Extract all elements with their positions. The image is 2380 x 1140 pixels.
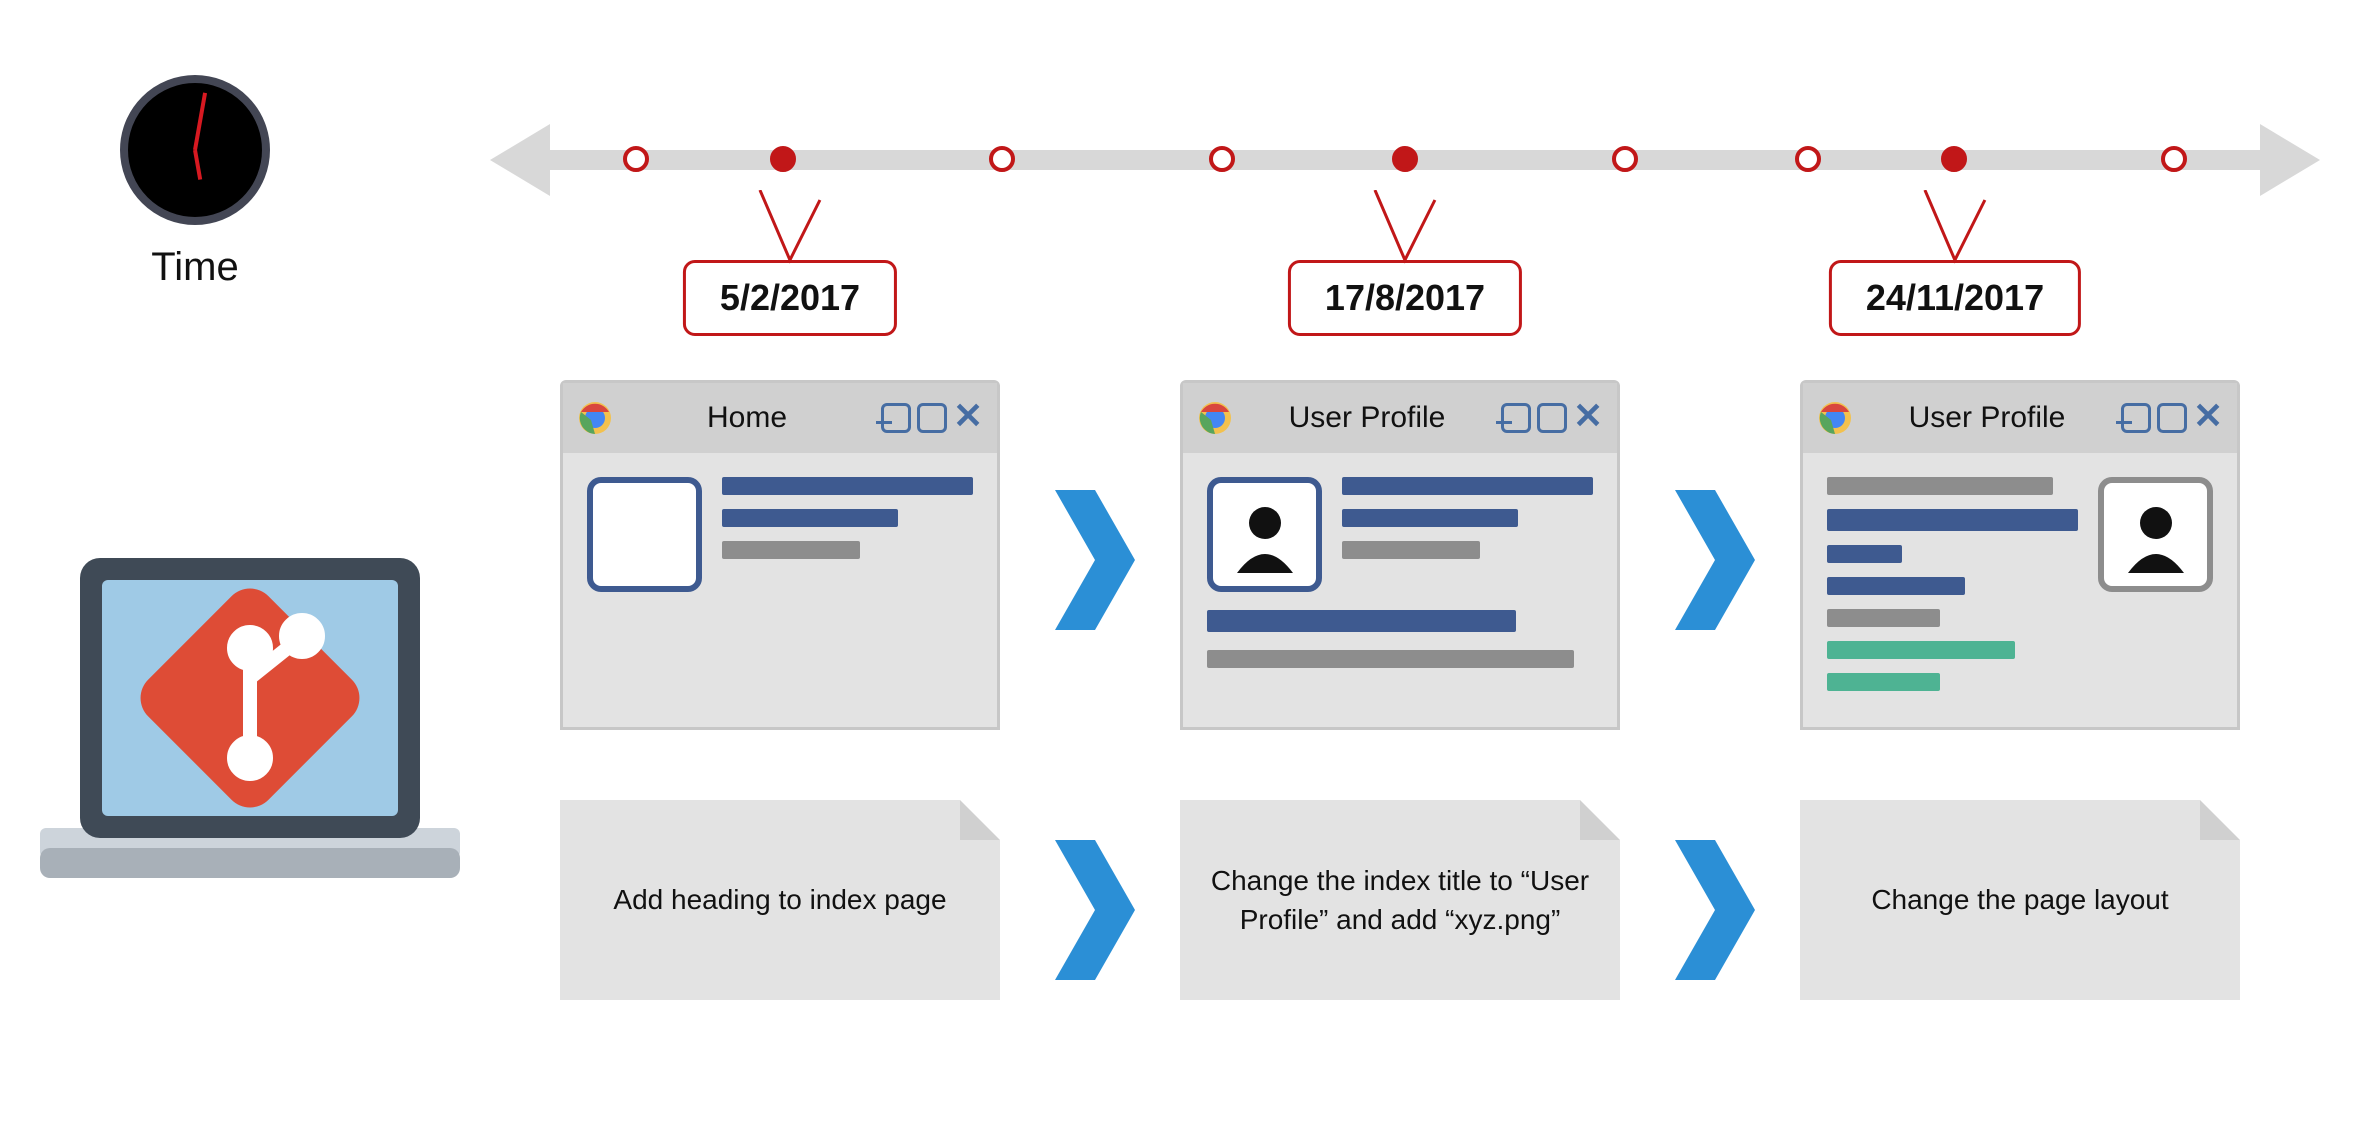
browser-icon bbox=[1197, 400, 1233, 436]
close-icon: ✕ bbox=[2193, 403, 2223, 433]
clock-block: Time bbox=[120, 75, 270, 290]
snapshot-window: User Profile ✕ bbox=[1800, 380, 2240, 730]
close-icon: ✕ bbox=[1573, 403, 1603, 433]
chevron-right-icon bbox=[1675, 490, 1755, 635]
image-placeholder-icon bbox=[587, 477, 702, 592]
avatar-icon bbox=[1207, 477, 1322, 592]
browser-icon bbox=[1817, 400, 1853, 436]
window-title: User Profile bbox=[1243, 401, 1491, 435]
maximize-icon bbox=[917, 403, 947, 433]
commit-note: Change the page layout bbox=[1800, 800, 2240, 1000]
timeline bbox=[490, 104, 2320, 194]
minimize-icon bbox=[1501, 403, 1531, 433]
date-callout: 5/2/2017 bbox=[683, 260, 897, 336]
chevron-right-icon bbox=[1055, 840, 1135, 985]
laptop-git-icon bbox=[40, 558, 460, 893]
maximize-icon bbox=[1537, 403, 1567, 433]
snapshot-window: User Profile ✕ bbox=[1180, 380, 1620, 730]
chevron-right-icon bbox=[1055, 490, 1135, 635]
timeline-arrow-left-icon bbox=[490, 124, 550, 196]
date-callout: 24/11/2017 bbox=[1829, 260, 2081, 336]
date-label: 24/11/2017 bbox=[1829, 260, 2081, 336]
commit-note: Change the index title to “User Profile”… bbox=[1180, 800, 1620, 1000]
timeline-arrow-right-icon bbox=[2260, 124, 2320, 196]
avatar-icon bbox=[2098, 477, 2213, 592]
window-controls: ✕ bbox=[1501, 403, 1603, 433]
clock-icon bbox=[120, 75, 270, 225]
maximize-icon bbox=[2157, 403, 2187, 433]
date-label: 17/8/2017 bbox=[1288, 260, 1522, 336]
window-title: Home bbox=[623, 401, 871, 435]
window-title: User Profile bbox=[1863, 401, 2111, 435]
commit-note: Add heading to index page bbox=[560, 800, 1000, 1000]
close-icon: ✕ bbox=[953, 403, 983, 433]
chevron-right-icon bbox=[1675, 840, 1755, 985]
window-controls: ✕ bbox=[881, 403, 983, 433]
date-callout: 17/8/2017 bbox=[1288, 260, 1522, 336]
window-controls: ✕ bbox=[2121, 403, 2223, 433]
minimize-icon bbox=[2121, 403, 2151, 433]
date-label: 5/2/2017 bbox=[683, 260, 897, 336]
minimize-icon bbox=[881, 403, 911, 433]
browser-icon bbox=[577, 400, 613, 436]
snapshot-window: Home ✕ bbox=[560, 380, 1000, 730]
clock-label: Time bbox=[120, 245, 270, 290]
